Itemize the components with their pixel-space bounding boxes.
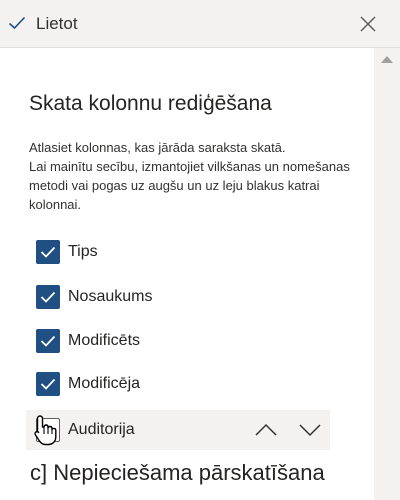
description: Atlasiet kolonnas, kas jārāda saraksta s… — [29, 138, 350, 214]
column-row-nosaukums[interactable]: Nosaukums — [26, 277, 330, 317]
checkmark-icon — [40, 335, 56, 347]
column-label: Modificēts — [68, 332, 141, 349]
chevron-up-icon — [255, 423, 277, 436]
description-line: Lai mainītu secību, izmantojiet vilkšana… — [29, 159, 350, 174]
panel-header: Lietot — [0, 0, 400, 48]
close-button[interactable] — [356, 12, 380, 36]
description-line: metodi vai pogas uz augšu un uz leju bla… — [29, 178, 320, 193]
apply-button[interactable]: Lietot — [0, 0, 120, 48]
column-checkbox-auditorija[interactable] — [36, 418, 60, 442]
column-row-auditorija[interactable]: Auditorija — [26, 410, 330, 450]
column-checkbox-nosaukums[interactable] — [36, 285, 60, 309]
column-label: Nosaukums — [68, 288, 153, 305]
close-icon — [360, 16, 376, 32]
column-row-modificets[interactable]: Modificēts — [26, 321, 330, 361]
apply-label: Lietot — [36, 14, 78, 33]
column-row-tips[interactable]: Tips — [26, 232, 330, 272]
caption-text: c] Nepieciešama pārskatīšana — [30, 460, 325, 485]
checkmark-icon — [8, 16, 26, 30]
column-row-modificeja[interactable]: Modificēja — [26, 364, 330, 404]
checkmark-icon — [40, 291, 56, 303]
description-line: kolonnai. — [29, 197, 82, 212]
column-label: Modificēja — [68, 375, 141, 392]
column-checkbox-modificets[interactable] — [36, 329, 60, 353]
column-label: Tips — [68, 243, 98, 260]
column-checkbox-tips[interactable] — [36, 240, 60, 264]
checkmark-icon — [40, 378, 56, 390]
move-up-button[interactable] — [254, 420, 278, 440]
column-checkbox-modificeja[interactable] — [36, 372, 60, 396]
scroll-up-arrow-icon[interactable] — [380, 54, 394, 64]
column-label: Auditorija — [68, 421, 135, 438]
page-title: Skata kolonnu rediģēšana — [29, 92, 272, 115]
scrollbar[interactable] — [374, 48, 400, 500]
move-down-button[interactable] — [298, 420, 322, 440]
description-line: Atlasiet kolonnas, kas jārāda saraksta s… — [29, 140, 286, 155]
chevron-down-icon — [299, 424, 321, 437]
checkmark-icon — [40, 246, 56, 258]
